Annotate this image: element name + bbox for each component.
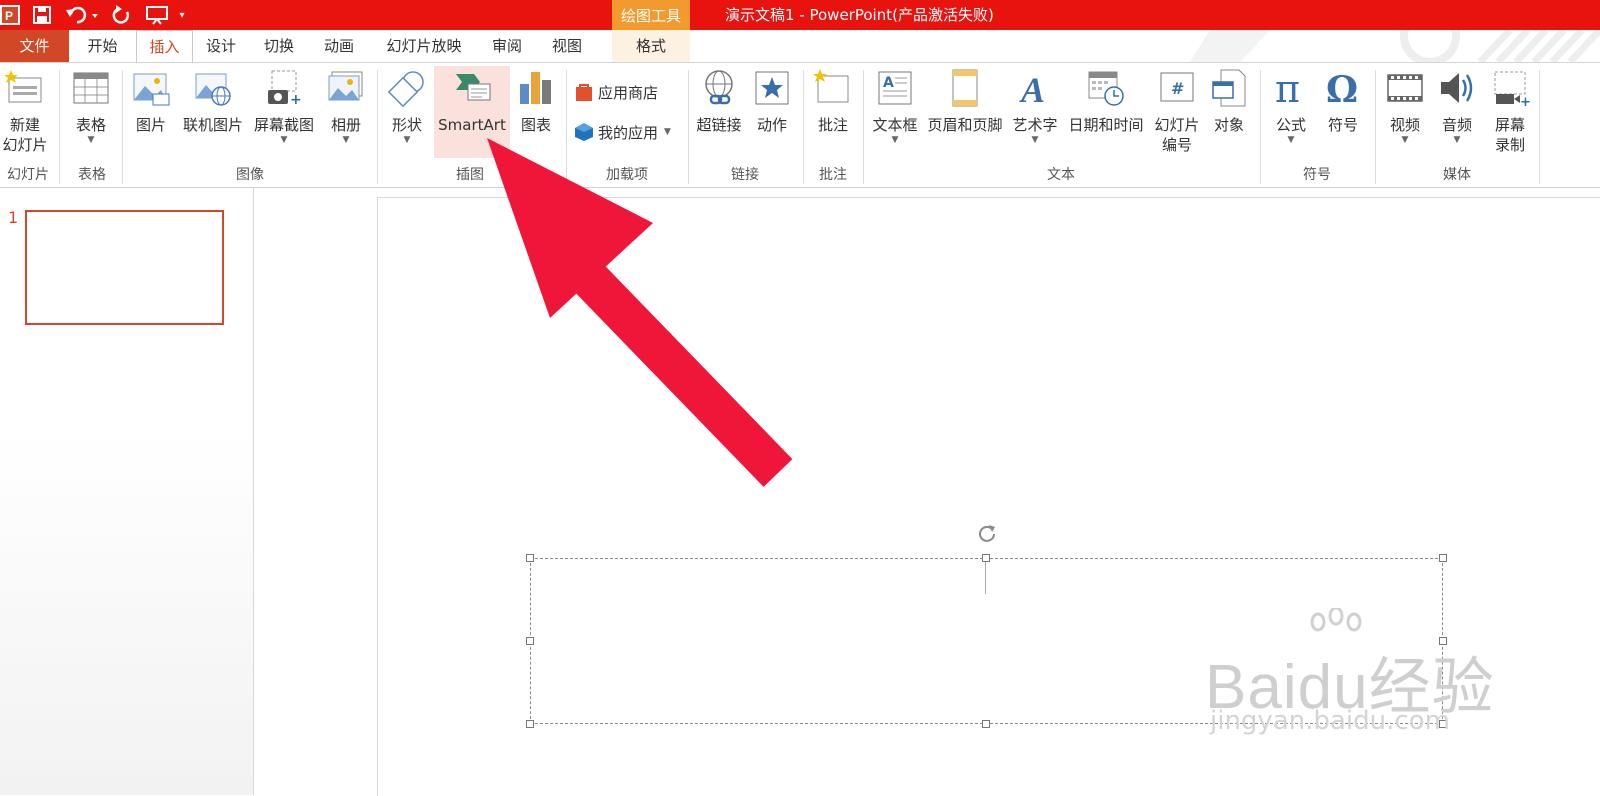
watermark-url: jingyan.baidu.com: [1210, 706, 1450, 736]
